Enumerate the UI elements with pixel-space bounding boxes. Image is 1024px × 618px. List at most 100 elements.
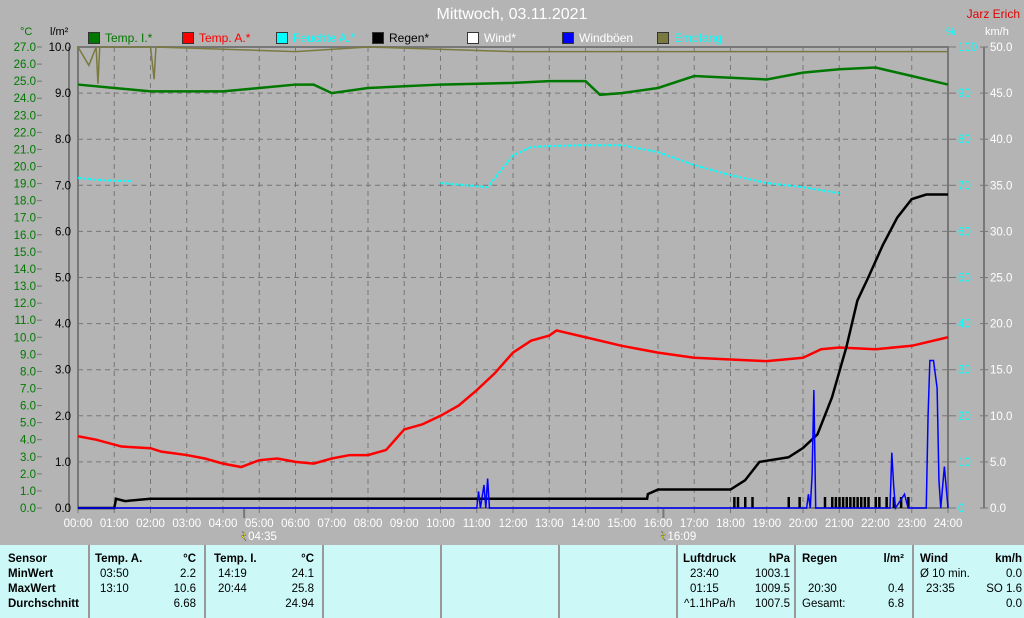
temp-tick-label: 2.0 bbox=[20, 469, 36, 481]
rain-tick-label: 5.0 bbox=[55, 273, 71, 285]
wind-tick-label: 10.0 bbox=[990, 411, 1012, 423]
humidity-tick-label: 70 bbox=[958, 180, 971, 192]
x-tick-label: 04:00 bbox=[209, 518, 238, 530]
x-tick-label: 03:00 bbox=[172, 518, 201, 530]
temp-tick-label: 27.0 bbox=[14, 42, 36, 54]
temp-a-max-time: 13:10 bbox=[100, 583, 129, 595]
x-tick-label: 14:00 bbox=[571, 518, 600, 530]
temp-i-avg: 24.94 bbox=[285, 598, 314, 610]
rain-interval-bar bbox=[849, 497, 852, 508]
rain-tick-label: 7.0 bbox=[55, 180, 71, 192]
col-empty-3 bbox=[560, 545, 678, 618]
wind-unit-col: km/h bbox=[995, 553, 1022, 565]
rain-tick-label: 1.0 bbox=[55, 457, 71, 469]
temp-tick-label: 8.0 bbox=[20, 366, 36, 378]
wind-tick-label: 40.0 bbox=[990, 134, 1012, 146]
legend-label: Wind* bbox=[484, 31, 517, 45]
rain-interval-bar bbox=[878, 497, 881, 508]
rain-total-label: Gesamt: bbox=[802, 598, 846, 610]
humidity-tick-label: 20 bbox=[958, 411, 971, 423]
rain-interval-bar bbox=[831, 497, 834, 508]
series-temp-i-line bbox=[77, 66, 949, 97]
row-min-label: MinWert bbox=[8, 568, 54, 580]
wind-tick-label: 15.0 bbox=[990, 365, 1012, 377]
x-tick-label: 07:00 bbox=[317, 518, 346, 530]
temp-tick-label: 13.0 bbox=[14, 281, 36, 293]
pressure-min: 1003.1 bbox=[754, 568, 790, 580]
rain-interval-bar bbox=[863, 497, 867, 508]
temp-tick-label: 19.0 bbox=[14, 179, 36, 191]
rain-max-time: 20:30 bbox=[808, 583, 837, 595]
temp-a-avg: 6.68 bbox=[173, 598, 196, 610]
rain-interval-bar bbox=[885, 497, 888, 508]
col-pressure: Luftdruck hPa 23:40 1003.1 01:15 1009.5 … bbox=[678, 545, 796, 618]
rain-max: 0.4 bbox=[888, 583, 904, 595]
x-tick-label: 19:00 bbox=[752, 518, 781, 530]
pressure-unit: hPa bbox=[768, 553, 790, 565]
humidity-unit: % bbox=[946, 26, 956, 38]
temp-tick-label: 23.0 bbox=[14, 110, 36, 122]
pressure-max: 1009.5 bbox=[754, 583, 790, 595]
sunset-time-label: 16:09 bbox=[667, 531, 696, 543]
rain-interval-bar bbox=[736, 497, 740, 508]
col-sensor: Sensor MinWert MaxWert Durchschnitt bbox=[0, 545, 90, 618]
legend-swatch bbox=[657, 32, 669, 44]
temp-i-max: 25.8 bbox=[291, 583, 314, 595]
pressure-trend: ^1.1hPa/h bbox=[684, 598, 736, 610]
rain-unit: l/m² bbox=[50, 26, 69, 38]
temp-tick-label: 26.0 bbox=[14, 59, 36, 71]
legend-item: Empfang bbox=[657, 31, 722, 45]
temp-tick-label: 5.0 bbox=[20, 418, 36, 430]
rain-interval-bar bbox=[860, 497, 863, 508]
x-tick-label: 24:00 bbox=[934, 518, 963, 530]
x-tick-label: 23:00 bbox=[897, 518, 926, 530]
rain-tick-label: 3.0 bbox=[55, 365, 71, 377]
legend-label: Feuchte A.* bbox=[293, 31, 356, 45]
humidity-tick-label: 80 bbox=[958, 134, 971, 146]
x-tick-label: 06:00 bbox=[281, 518, 310, 530]
temp-tick-label: 10.0 bbox=[14, 332, 36, 344]
rain-interval-bar bbox=[867, 497, 870, 508]
temp-tick-label: 18.0 bbox=[14, 196, 36, 208]
col-temp-a: Temp. A. °C 03:50 2.2 13:10 10.6 6.68 bbox=[90, 545, 206, 618]
pressure-header: Luftdruck bbox=[683, 553, 737, 565]
temp-tick-label: 25.0 bbox=[14, 76, 36, 88]
temp-i-min: 24.1 bbox=[291, 568, 314, 580]
legend-swatch bbox=[182, 32, 194, 44]
x-tick-label: 09:00 bbox=[390, 518, 419, 530]
rain-tick-label: 2.0 bbox=[55, 411, 71, 423]
temp-a-unit: °C bbox=[183, 553, 196, 565]
rain-interval-bar bbox=[733, 497, 736, 508]
x-tick-label: 17:00 bbox=[680, 518, 709, 530]
humidity-tick-label: 90 bbox=[958, 88, 971, 100]
rain-interval-bar bbox=[744, 497, 747, 508]
x-tick-label: 22:00 bbox=[861, 518, 890, 530]
wind-tick-label: 50.0 bbox=[990, 42, 1012, 54]
x-tick-label: 12:00 bbox=[499, 518, 528, 530]
row-avg-label: Durchschnitt bbox=[8, 598, 79, 610]
temp-tick-label: 7.0 bbox=[20, 383, 36, 395]
rain-tick-label: 10.0 bbox=[49, 42, 71, 54]
x-tick-label: 20:00 bbox=[789, 518, 818, 530]
pressure-min-time: 23:40 bbox=[690, 568, 719, 580]
wind-tick-label: 25.0 bbox=[990, 273, 1012, 285]
legend-item: Temp. I.* bbox=[88, 31, 152, 45]
temp-i-header: Temp. I. bbox=[214, 553, 257, 565]
temp-tick-label: 4.0 bbox=[20, 435, 36, 447]
series-feuchte-a-line bbox=[440, 144, 840, 195]
rain-interval-bar bbox=[874, 497, 877, 508]
rain-interval-bar bbox=[852, 497, 856, 508]
col-rain: Regen l/m² 20:30 0.4 Gesamt: 6.8 bbox=[796, 545, 914, 618]
wind-header: Wind bbox=[920, 553, 948, 565]
wind-tick-label: 5.0 bbox=[990, 457, 1006, 469]
col-empty-2 bbox=[442, 545, 560, 618]
x-tick-label: 01:00 bbox=[100, 518, 129, 530]
col-temp-i: Temp. I. °C 14:19 24.1 20:44 25.8 24.94 bbox=[206, 545, 324, 618]
sunset-icon bbox=[659, 530, 666, 542]
temp-tick-label: 24.0 bbox=[14, 93, 36, 105]
rain-interval-bar bbox=[787, 497, 790, 508]
wind-tick-label: 20.0 bbox=[990, 319, 1012, 331]
rain-interval-bar bbox=[834, 497, 838, 508]
x-tick-label: 02:00 bbox=[136, 518, 165, 530]
rain-interval-bar bbox=[751, 497, 754, 508]
